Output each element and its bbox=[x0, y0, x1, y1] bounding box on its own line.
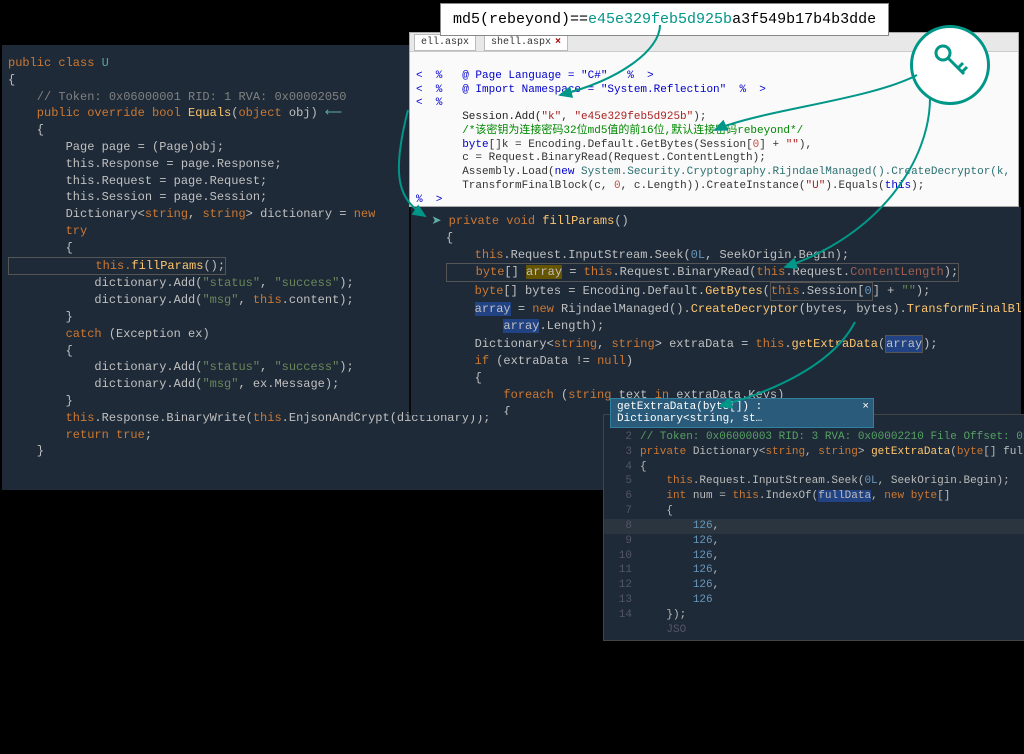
md5-hash-highlight: e45e329feb5d925b bbox=[588, 11, 732, 28]
tab-shell-aspx[interactable]: shell.aspx× bbox=[484, 34, 568, 51]
getextradata-tooltip: getExtraData(byte[]) : Dictionary<string… bbox=[610, 398, 874, 428]
close-icon[interactable]: × bbox=[862, 401, 869, 413]
key-circle bbox=[910, 25, 990, 105]
md5-label: md5(rebeyond)== bbox=[453, 11, 588, 28]
close-icon[interactable]: × bbox=[555, 37, 561, 48]
binaryread-highlight: byte[] array = this.Request.BinaryRead(t… bbox=[446, 263, 959, 282]
md5-hash-box: md5(rebeyond)==e45e329feb5d925ba3f549b17… bbox=[440, 3, 889, 36]
fillparams-call-highlight: this.fillParams(); bbox=[8, 257, 226, 276]
tab-ell-aspx[interactable]: ell.aspx bbox=[414, 34, 476, 51]
fillparams-code-pane[interactable]: ➤ private void fillParams() { this.Reque… bbox=[409, 205, 1021, 415]
getextradata-code-pane[interactable]: 1// U2// Token: 0x06000003 RID: 3 RVA: 0… bbox=[603, 414, 1024, 641]
md5-hash-rest: a3f549b17b4b3dde bbox=[732, 11, 876, 28]
key-icon bbox=[930, 40, 970, 91]
